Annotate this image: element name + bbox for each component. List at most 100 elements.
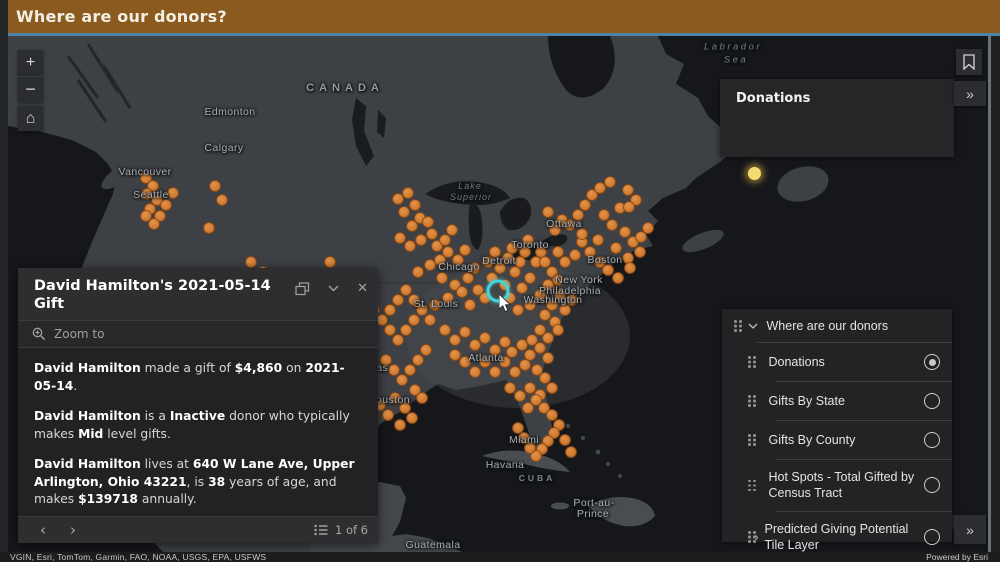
- donor-dot[interactable]: [464, 299, 476, 311]
- drag-handle-icon[interactable]: [748, 356, 751, 359]
- donor-dot[interactable]: [400, 324, 412, 336]
- donor-dot[interactable]: [406, 412, 418, 424]
- donor-dot[interactable]: [424, 259, 436, 271]
- donor-dot[interactable]: [469, 366, 481, 378]
- donor-dot[interactable]: [426, 228, 438, 240]
- donor-dot[interactable]: [612, 272, 624, 284]
- zoom-in-button[interactable]: +: [18, 50, 43, 75]
- scrollbar-track[interactable]: [988, 36, 991, 552]
- donor-dot[interactable]: [409, 199, 421, 211]
- donor-dot[interactable]: [408, 314, 420, 326]
- layer-item-hot-spots-total-gifted-by-census-tract[interactable]: Hot Spots - Total Gifted by Census Tract: [722, 460, 952, 511]
- feature-list-icon[interactable]: [314, 524, 328, 536]
- donor-dot[interactable]: [579, 199, 591, 211]
- donor-dot[interactable]: [404, 364, 416, 376]
- donor-dot[interactable]: [412, 266, 424, 278]
- donor-dot[interactable]: [439, 234, 451, 246]
- donor-dot[interactable]: [203, 222, 215, 234]
- donor-dot[interactable]: [623, 201, 635, 213]
- donor-dot[interactable]: [382, 409, 394, 421]
- donor-dot[interactable]: [552, 324, 564, 336]
- donor-dot[interactable]: [412, 354, 424, 366]
- donor-dot[interactable]: [449, 334, 461, 346]
- drag-handle-icon[interactable]: [734, 320, 737, 323]
- donor-dot[interactable]: [424, 314, 436, 326]
- donor-dot[interactable]: [524, 272, 536, 284]
- donor-dot[interactable]: [565, 446, 577, 458]
- donor-dot[interactable]: [459, 244, 471, 256]
- donor-dot[interactable]: [559, 256, 571, 268]
- dock-icon[interactable]: [295, 281, 310, 296]
- donor-dot[interactable]: [489, 366, 501, 378]
- donor-dot[interactable]: [396, 374, 408, 386]
- donor-dot[interactable]: [439, 324, 451, 336]
- donor-dot[interactable]: [436, 272, 448, 284]
- home-button[interactable]: ⌂: [18, 106, 43, 131]
- layer-list-expand-button[interactable]: »: [954, 515, 986, 544]
- layer-radio-predicted-giving-potential-tile-layer[interactable]: [924, 528, 940, 545]
- donor-dot[interactable]: [624, 262, 636, 274]
- zoom-to-button[interactable]: Zoom to: [18, 320, 378, 349]
- donor-dot[interactable]: [512, 304, 524, 316]
- donor-dot[interactable]: [446, 224, 458, 236]
- donor-dot[interactable]: [415, 234, 427, 246]
- donor-dot[interactable]: [394, 232, 406, 244]
- donor-dot[interactable]: [542, 332, 554, 344]
- donor-dot[interactable]: [542, 206, 554, 218]
- donor-dot[interactable]: [516, 282, 528, 294]
- map-canvas[interactable]: CANADA Labrador Sea Lake Superior Edmonton Cal…: [8, 36, 1000, 552]
- donor-dot[interactable]: [209, 180, 221, 192]
- donor-dot[interactable]: [449, 349, 461, 361]
- donor-dot[interactable]: [479, 332, 491, 344]
- donor-dot[interactable]: [610, 242, 622, 254]
- donor-dot[interactable]: [140, 210, 152, 222]
- drag-handle-icon[interactable]: [748, 531, 751, 534]
- donor-dot[interactable]: [456, 286, 468, 298]
- donor-dot[interactable]: [514, 390, 526, 402]
- donor-dot[interactable]: [552, 246, 564, 258]
- donor-dot[interactable]: [512, 422, 524, 434]
- bookmarks-button[interactable]: [956, 49, 982, 75]
- donor-dot[interactable]: [420, 344, 432, 356]
- next-feature-button[interactable]: ›: [58, 522, 88, 538]
- layer-list-header[interactable]: Where are our donors: [722, 309, 952, 342]
- donor-dot[interactable]: [404, 240, 416, 252]
- donor-dot[interactable]: [422, 216, 434, 228]
- previous-feature-button[interactable]: ‹: [28, 522, 58, 538]
- donor-dot[interactable]: [524, 382, 536, 394]
- donor-dot[interactable]: [542, 352, 554, 364]
- layer-radio-donations[interactable]: [924, 354, 940, 370]
- close-icon[interactable]: ✕: [357, 281, 368, 296]
- donor-dot[interactable]: [324, 256, 336, 268]
- donor-dot[interactable]: [606, 219, 618, 231]
- legend-expand-button[interactable]: »: [954, 81, 986, 106]
- donor-dot[interactable]: [546, 382, 558, 394]
- donor-dot[interactable]: [416, 392, 428, 404]
- donor-dot[interactable]: [384, 304, 396, 316]
- donor-dot[interactable]: [509, 366, 521, 378]
- donor-dot[interactable]: [592, 234, 604, 246]
- donor-dot[interactable]: [245, 256, 257, 268]
- donor-dot[interactable]: [559, 434, 571, 446]
- drag-handle-icon[interactable]: [748, 479, 751, 482]
- donor-dot[interactable]: [398, 206, 410, 218]
- donor-dot[interactable]: [216, 194, 228, 206]
- donor-dot[interactable]: [519, 359, 531, 371]
- zoom-out-button[interactable]: −: [18, 76, 43, 102]
- donor-dot[interactable]: [634, 246, 646, 258]
- donor-dot[interactable]: [462, 272, 474, 284]
- donor-dot[interactable]: [394, 419, 406, 431]
- layer-radio-gifts-by-state[interactable]: [924, 393, 940, 409]
- donor-dot[interactable]: [635, 231, 647, 243]
- donor-dot[interactable]: [402, 187, 414, 199]
- donor-dot[interactable]: [459, 326, 471, 338]
- layer-item-gifts-by-county[interactable]: Gifts By County: [722, 421, 952, 459]
- layer-radio-gifts-by-county[interactable]: [924, 432, 940, 448]
- collapse-chevron-icon[interactable]: [328, 285, 339, 292]
- donor-dot[interactable]: [392, 294, 404, 306]
- donor-dot[interactable]: [604, 176, 616, 188]
- donor-dot[interactable]: [504, 382, 516, 394]
- layer-radio-hot-spots-total-gifted-by-census-tract[interactable]: [924, 477, 940, 494]
- donor-dot[interactable]: [569, 249, 581, 261]
- donor-dot[interactable]: [392, 334, 404, 346]
